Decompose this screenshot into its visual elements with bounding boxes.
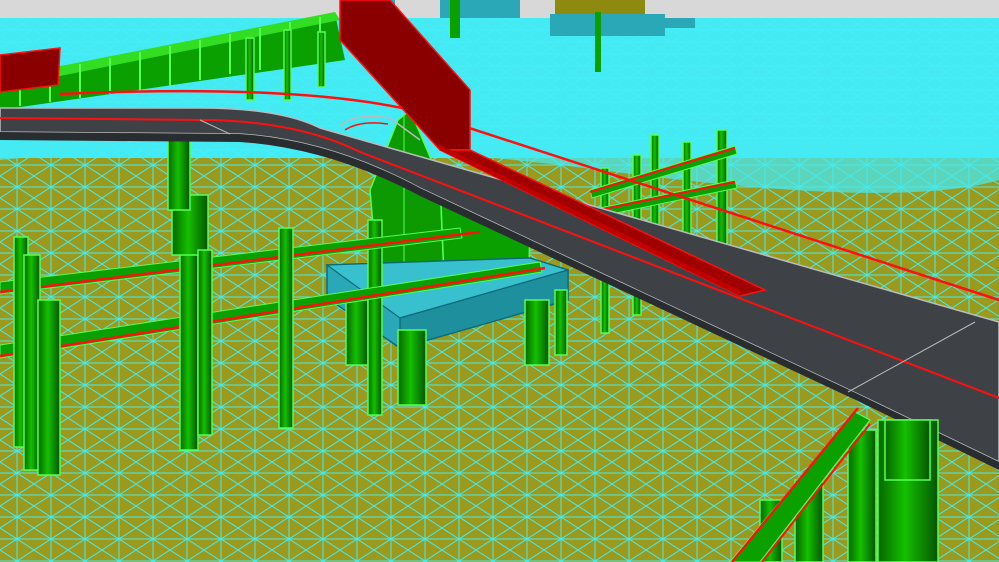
scene-canvas[interactable] (0, 0, 999, 562)
3d-viewport[interactable] (0, 0, 999, 562)
